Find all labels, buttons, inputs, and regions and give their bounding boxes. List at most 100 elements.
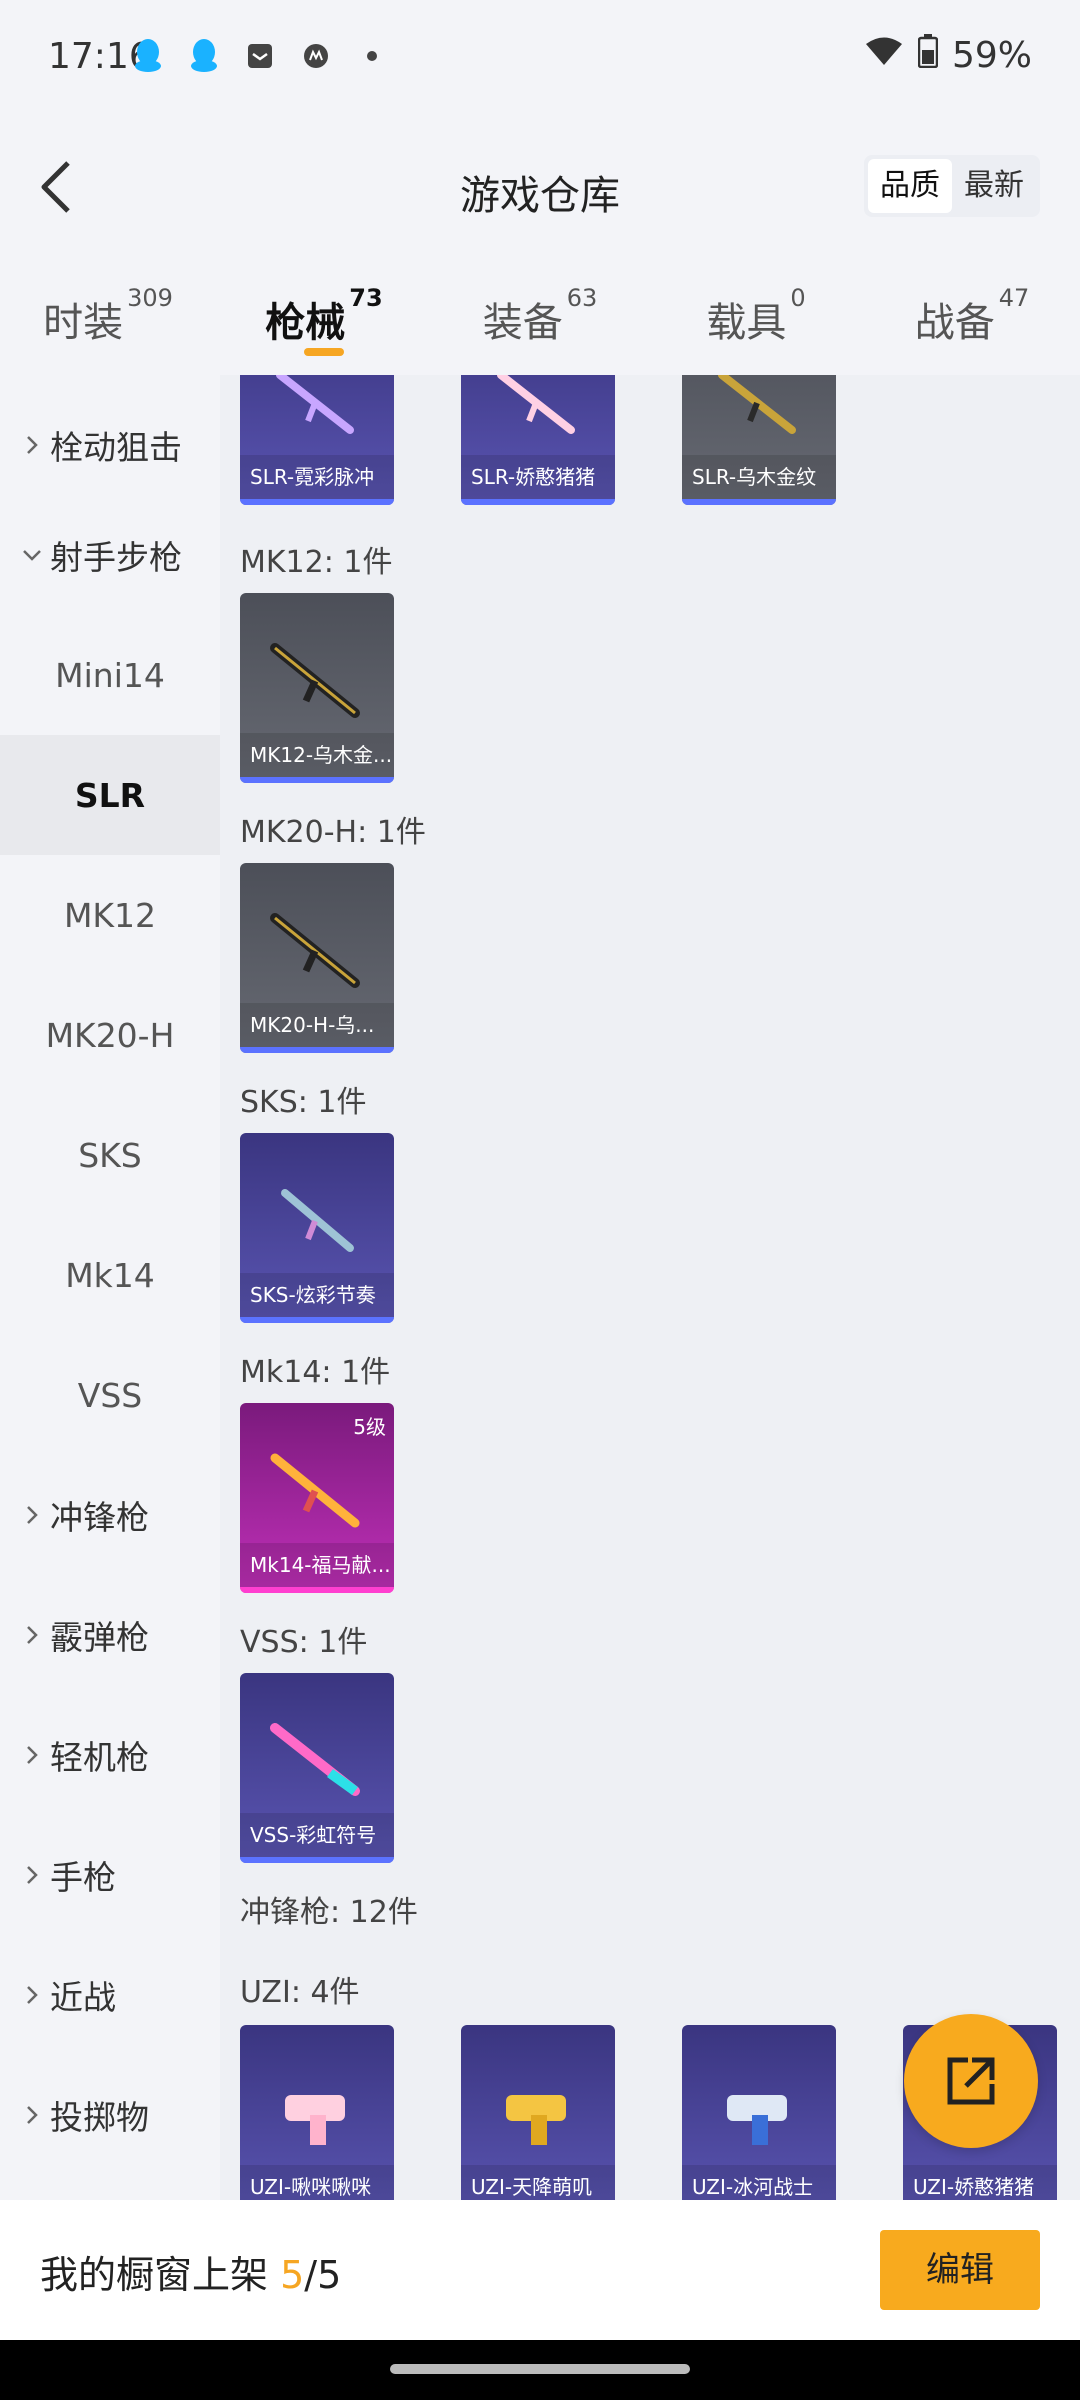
rarity-bar [682,499,836,505]
status-bar: 17:16 59% [0,0,1080,115]
skin-card[interactable]: SLR-娇憨猪猪 [461,375,615,505]
skin-name: SLR-乌木金纹 [682,455,836,499]
sidebar-item-sks[interactable]: SKS [0,1095,220,1215]
skin-card[interactable]: MK12-乌木金... [240,593,394,783]
sort-newest-button[interactable]: 最新 [952,159,1036,213]
sort-toggle: 品质 最新 [864,155,1040,217]
tab-vehicles[interactable]: 载具0 [648,260,864,375]
chevron-right-icon [20,1743,44,1767]
battery-percent: 59% [951,35,1032,76]
rarity-bar [240,1047,394,1053]
smg-icon [727,2095,787,2145]
showcase-total-count: 5 [317,2253,342,2297]
sidebar-item-smg[interactable]: 冲锋枪 [0,1455,220,1575]
section-header-mk20h: MK20-H: 1件 [240,815,426,850]
skin-name: UZI-冰河战士 [682,2165,836,2200]
motorola-icon [298,36,334,76]
category-tabs: 时装309 枪械73 装备63 载具0 战备47 [0,260,1080,375]
tab-firearms[interactable]: 枪械73 [216,260,432,375]
sidebar-item-pistol[interactable]: 手枪 [0,1815,220,1935]
skin-card[interactable]: SLR-乌木金纹 [682,375,836,505]
battery-icon [917,34,939,77]
sidebar-item-label: 轻机枪 [50,1738,149,1777]
sort-quality-button[interactable]: 品质 [868,159,952,213]
sidebar-item-label: 冲锋枪 [50,1498,149,1537]
chevron-right-icon [20,2103,44,2127]
rarity-bar [240,1587,394,1593]
tab-fashion[interactable]: 时装309 [0,260,216,375]
chevron-down-icon [20,543,44,567]
chevron-right-icon [20,433,44,457]
section-header-vss: VSS: 1件 [240,1625,368,1660]
sidebar-item-label: 栓动狙击 [50,428,182,467]
smg-icon [506,2095,566,2145]
tab-count: 0 [790,284,806,312]
skin-name: MK20-H-乌... [240,1003,394,1047]
sidebar-item-melee[interactable]: 近战 [0,1935,220,2055]
rifle-icon [270,1453,360,1528]
weapon-category-sidebar: 栓动狙击 射手步枪 Mini14 SLR MK12 MK20-H SKS Mk1… [0,375,220,2200]
rifle-icon [270,643,360,718]
rifle-icon [281,1189,354,1252]
more-dot-icon [354,36,390,76]
showcase-used-count: 5 [280,2253,305,2297]
external-link-icon [947,2057,995,2105]
tab-equipment[interactable]: 装备63 [432,260,648,375]
skin-name: UZI-娇憨猪猪 [903,2165,1057,2200]
skin-card[interactable]: UZI-冰河战士 [682,2025,836,2200]
tab-label: 时装 [43,300,124,346]
share-button[interactable] [904,2014,1038,2148]
showcase-status: 我的橱窗上架 5/5 [40,2244,341,2299]
skin-card[interactable]: UZI-啾咪啾咪 [240,2025,394,2200]
sidebar-item-bolt-sniper[interactable]: 栓动狙击 [0,395,220,495]
section-header-sks: SKS: 1件 [240,1085,367,1120]
sidebar-item-mk20h[interactable]: MK20-H [0,975,220,1095]
skin-card[interactable]: UZI-天降萌叽 [461,2025,615,2200]
skin-name: UZI-天降萌叽 [461,2165,615,2200]
rifle-icon [718,375,796,434]
tab-count: 47 [998,284,1030,312]
skin-name: UZI-啾咪啾咪 [240,2165,394,2200]
showcase-label: 我的橱窗上架 [40,2253,269,2297]
section-header-mk14: Mk14: 1件 [240,1355,391,1390]
sidebar-item-dmr[interactable]: 射手步枪 [0,495,220,615]
skin-card[interactable]: 5级 Mk14-福马献... [240,1403,394,1593]
home-gesture-handle[interactable] [390,2364,690,2374]
rifle-icon [270,1723,360,1796]
sidebar-item-shotgun[interactable]: 霰弹枪 [0,1575,220,1695]
skin-card[interactable]: SLR-霓彩脉冲 [240,375,394,505]
sidebar-item-mini14[interactable]: Mini14 [0,615,220,735]
tab-supplies[interactable]: 战备47 [864,260,1080,375]
qq-icon [186,36,222,76]
system-nav-bar [0,2340,1080,2400]
sidebar-item-vss[interactable]: VSS [0,1335,220,1455]
chevron-right-icon [20,1503,44,1527]
sidebar-item-label: 霰弹枪 [50,1618,149,1657]
skin-card[interactable]: SKS-炫彩节奏 [240,1133,394,1323]
sidebar-item-mk12[interactable]: MK12 [0,855,220,975]
sidebar-item-slr[interactable]: SLR [0,735,220,855]
tab-label: 战备 [914,300,995,346]
rifle-icon [276,375,354,434]
section-header-mk12: MK12: 1件 [240,545,393,580]
sidebar-item-throwable[interactable]: 投掷物 [0,2055,220,2175]
skin-card[interactable]: MK20-H-乌... [240,863,394,1053]
tab-label: 枪械 [265,300,346,346]
skin-grid: SLR-霓彩脉冲 SLR-娇憨猪猪 SLR-乌木金纹 MK12: 1件 MK12… [220,375,1080,2200]
sidebar-item-label: 近战 [50,1978,116,2017]
tab-count: 73 [349,284,383,312]
tab-label: 装备 [482,300,563,346]
sidebar-item-mk14[interactable]: Mk14 [0,1215,220,1335]
status-right: 59% [864,34,1032,77]
edit-button[interactable]: 编辑 [880,2230,1040,2310]
skin-name: SKS-炫彩节奏 [240,1273,394,1317]
sidebar-item-lmg[interactable]: 轻机枪 [0,1695,220,1815]
skin-name: Mk14-福马献... [240,1543,394,1587]
chevron-right-icon [20,1623,44,1647]
skin-level-badge: 5级 [353,1415,386,1439]
mail-icon [242,36,278,76]
rarity-bar [240,777,394,783]
skin-card[interactable]: VSS-彩虹符号 [240,1673,394,1863]
skin-name: SLR-娇憨猪猪 [461,455,615,499]
skin-name: SLR-霓彩脉冲 [240,455,394,499]
